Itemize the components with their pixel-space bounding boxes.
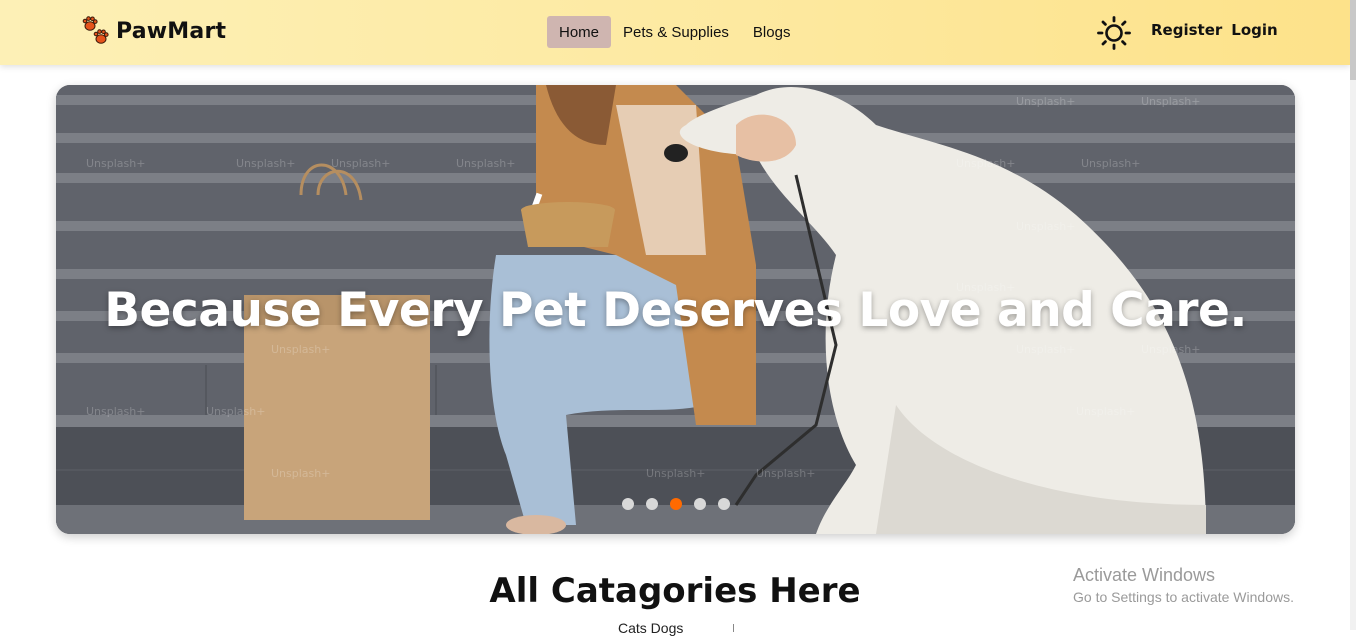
carousel-dot-1[interactable] xyxy=(622,498,634,510)
watermark-text: Unsplash+ xyxy=(86,157,145,170)
nav-home[interactable]: Home xyxy=(547,16,612,48)
watermark-text: Unsplash+ xyxy=(756,467,815,480)
auth-links: Register Login xyxy=(1151,21,1278,39)
login-link[interactable]: Login xyxy=(1231,21,1277,39)
scrollbar-thumb[interactable] xyxy=(1350,0,1356,80)
activation-title: Activate Windows xyxy=(1073,565,1216,585)
watermark-text: Unsplash+ xyxy=(1076,405,1135,418)
watermark-text: Unsplash+ xyxy=(331,157,390,170)
watermark-text: Unsplash+ xyxy=(456,157,515,170)
sun-icon[interactable] xyxy=(1097,16,1131,50)
watermark-text: Unsplash+ xyxy=(1016,220,1075,233)
watermark-text: Unsplash+ xyxy=(1016,95,1075,108)
carousel-dot-4[interactable] xyxy=(694,498,706,510)
nav-pets-supplies[interactable]: Pets & Supplies xyxy=(611,16,741,48)
tab-divider xyxy=(733,624,734,632)
main-nav: Home Pets & Supplies Blogs xyxy=(547,16,802,48)
hero-carousel: Unsplash+ Unsplash+ Unsplash+ Unsplash+ … xyxy=(56,85,1295,534)
top-navbar: PawMart Home Pets & Supplies Blogs Regis… xyxy=(0,0,1350,65)
carousel-dot-3[interactable] xyxy=(670,498,682,510)
carousel-pagination xyxy=(622,498,730,510)
register-link[interactable]: Register xyxy=(1151,21,1222,39)
watermark-text: Unsplash+ xyxy=(236,157,295,170)
nav-blogs[interactable]: Blogs xyxy=(741,16,803,48)
watermark-text: Unsplash+ xyxy=(1141,343,1200,356)
brand[interactable]: PawMart xyxy=(82,16,226,46)
watermark-text: Unsplash+ xyxy=(206,405,265,418)
paw-prints-icon xyxy=(82,16,109,44)
brand-name: PawMart xyxy=(116,18,227,44)
watermark-text: Unsplash+ xyxy=(1081,157,1140,170)
watermark-text: Unsplash+ xyxy=(86,405,145,418)
watermark-text: Unsplash+ xyxy=(271,343,330,356)
watermark-text: Unsplash+ xyxy=(956,157,1015,170)
watermark-text: Unsplash+ xyxy=(646,467,705,480)
watermark-text: Unsplash+ xyxy=(271,467,330,480)
watermark-text: Unsplash+ xyxy=(1016,343,1075,356)
watermark-text: Unsplash+ xyxy=(1141,95,1200,108)
windows-activation-notice: Activate Windows Go to Settings to activ… xyxy=(1073,565,1294,605)
activation-subtitle: Go to Settings to activate Windows. xyxy=(1073,589,1294,605)
categories-tabs[interactable]: Cats Dogs xyxy=(618,620,683,636)
hero-title: Because Every Pet Deserves Love and Care… xyxy=(104,283,1247,338)
page-scrollbar[interactable] xyxy=(1350,0,1356,630)
carousel-dot-2[interactable] xyxy=(646,498,658,510)
carousel-dot-5[interactable] xyxy=(718,498,730,510)
